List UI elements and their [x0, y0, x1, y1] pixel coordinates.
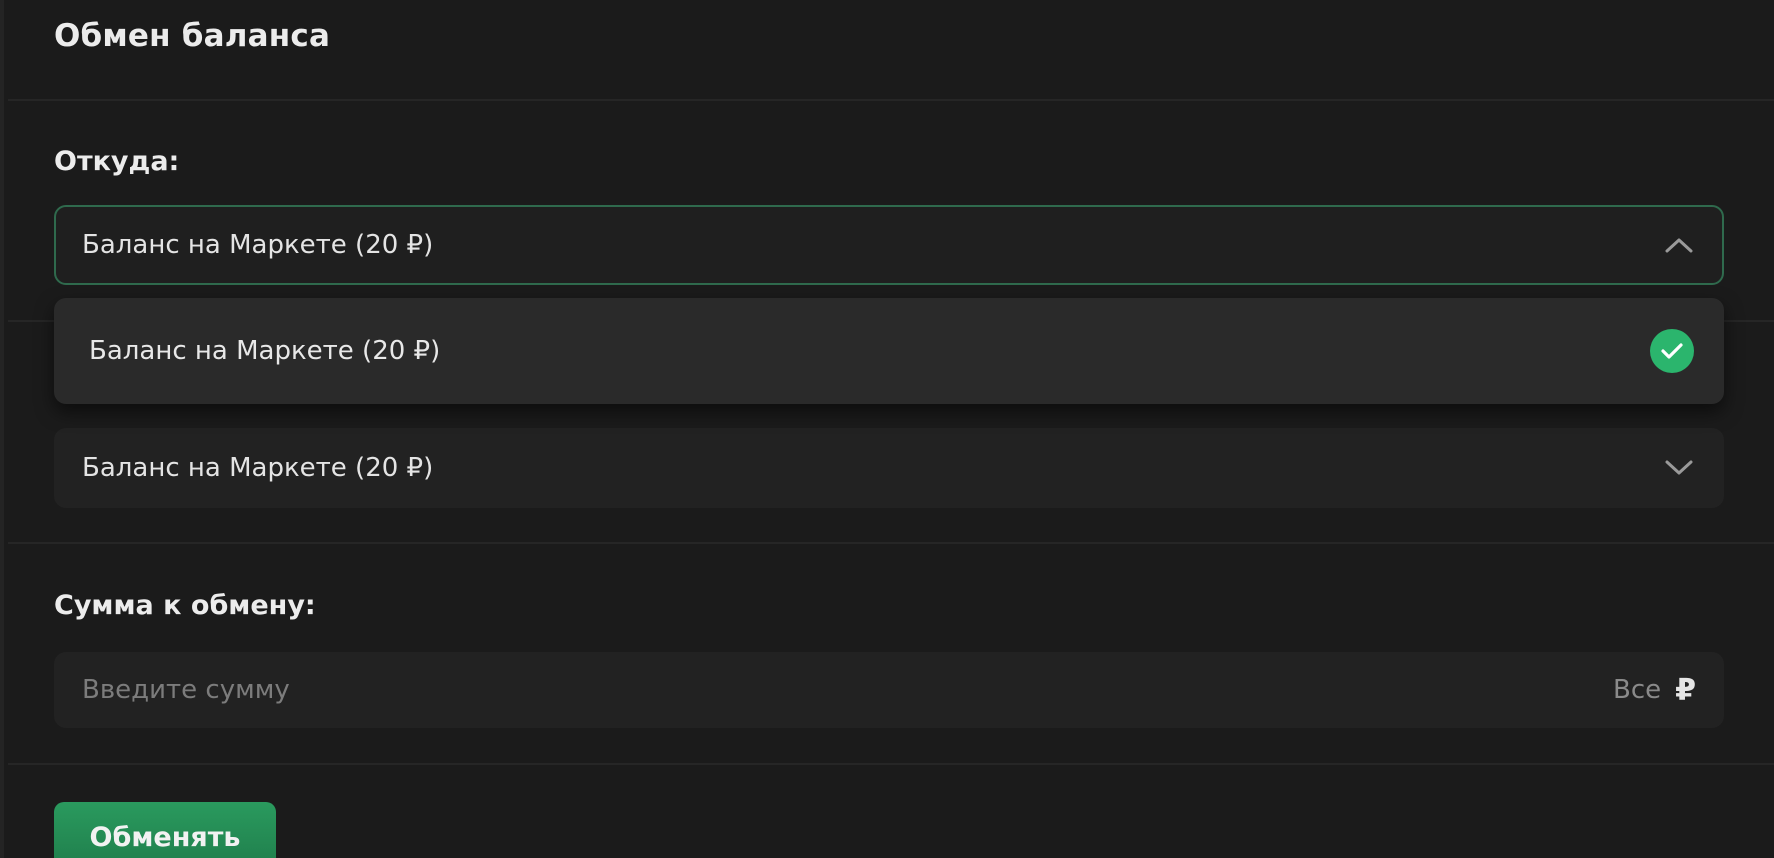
divider [8, 763, 1774, 765]
to-select[interactable]: Баланс на Маркете (20 ₽) [54, 428, 1724, 508]
divider [8, 99, 1774, 101]
from-select-value: Баланс на Маркете (20 ₽) [82, 230, 434, 260]
from-label: Откуда: [54, 146, 180, 177]
ruble-icon: ₽ [1675, 672, 1696, 708]
dropdown-option[interactable]: Баланс на Маркете (20 ₽) [89, 336, 1650, 366]
panel-title: Обмен баланса [54, 18, 331, 54]
all-amount-button[interactable]: Все [1613, 675, 1661, 705]
exchange-button[interactable]: Обменять [54, 802, 276, 858]
exchange-balance-panel: Обмен баланса Откуда: Баланс на Маркете … [0, 0, 1774, 858]
amount-input[interactable] [82, 675, 1613, 705]
chevron-down-icon [1662, 451, 1696, 485]
amount-label: Сумма к обмену: [54, 590, 316, 621]
chevron-up-icon [1662, 228, 1696, 262]
divider [8, 542, 1774, 544]
from-dropdown-menu: Баланс на Маркете (20 ₽) [54, 298, 1724, 404]
to-select-value: Баланс на Маркете (20 ₽) [82, 453, 434, 483]
from-select[interactable]: Баланс на Маркете (20 ₽) [54, 205, 1724, 285]
check-circle-icon [1650, 329, 1694, 373]
amount-field: Все ₽ [54, 652, 1724, 728]
